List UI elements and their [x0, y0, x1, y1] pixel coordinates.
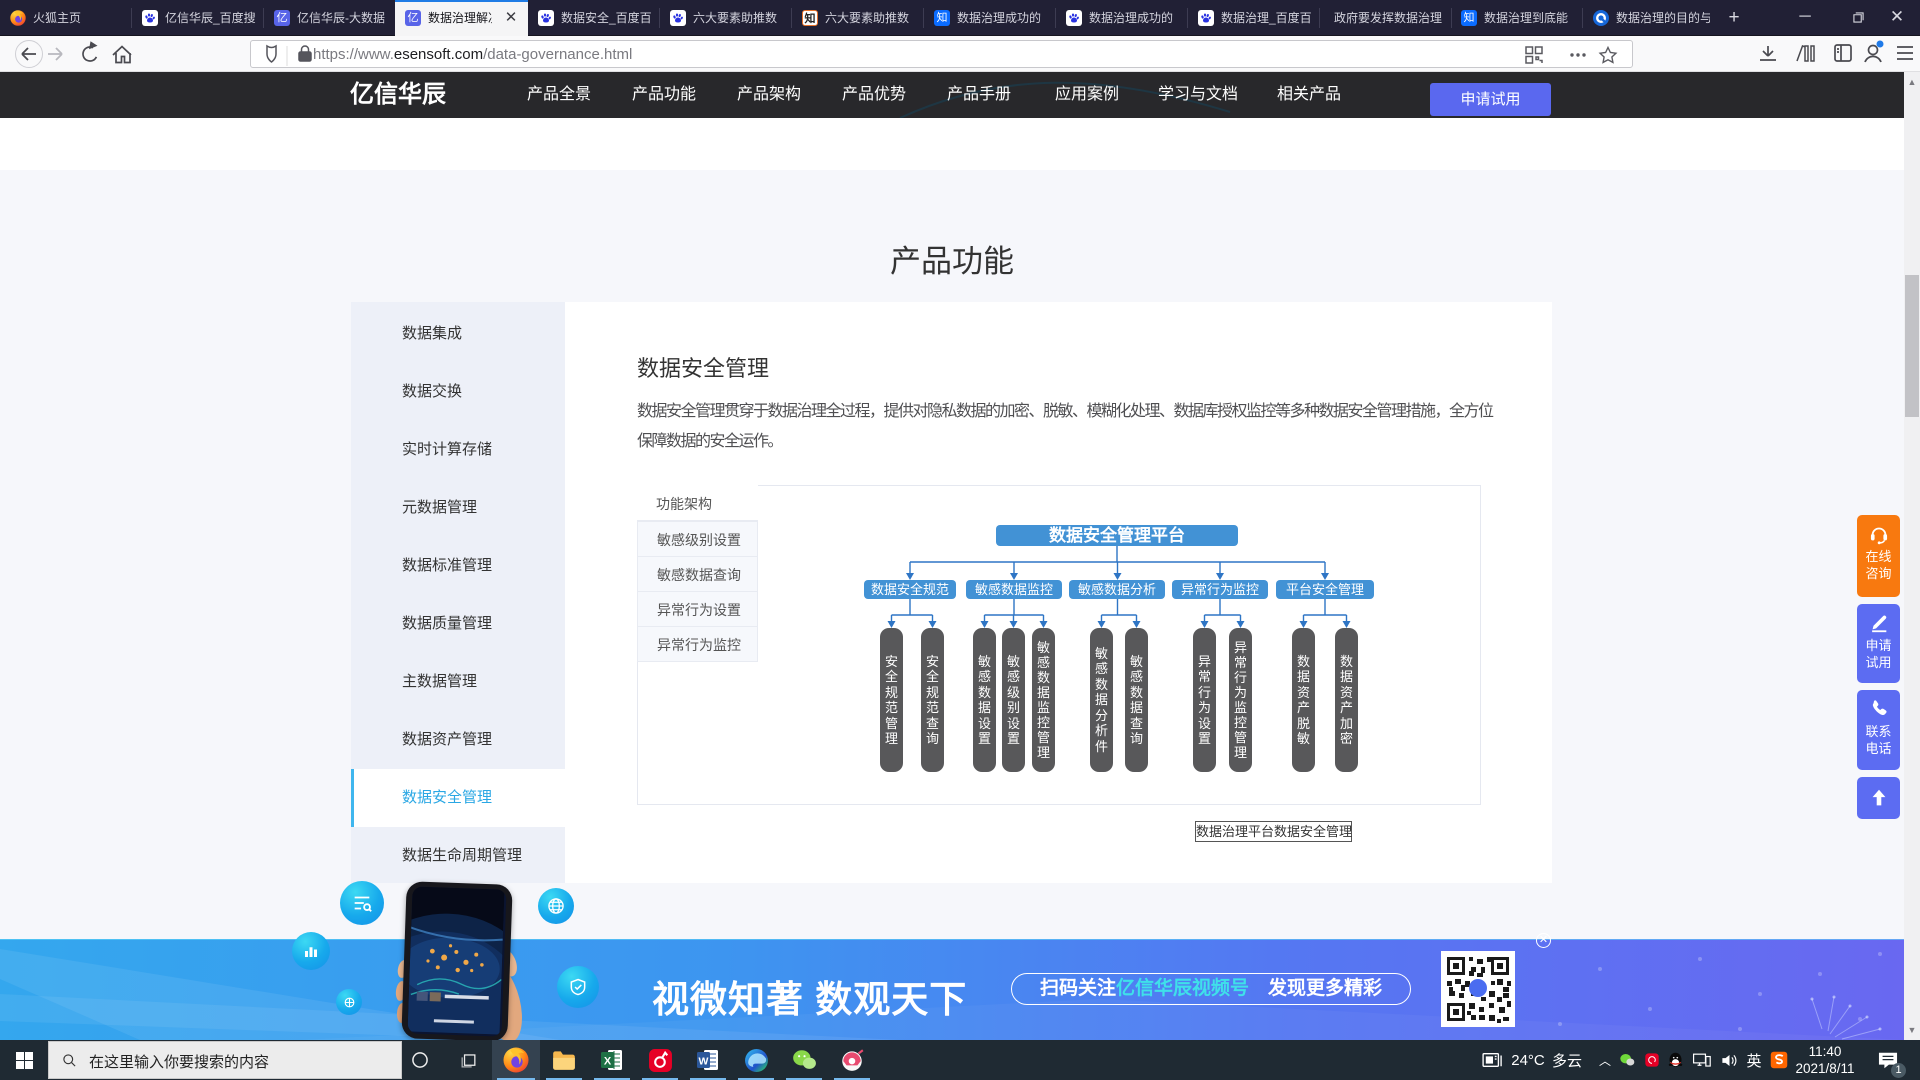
svg-text:W: W	[699, 1056, 709, 1068]
svg-text:X: X	[604, 1056, 612, 1068]
